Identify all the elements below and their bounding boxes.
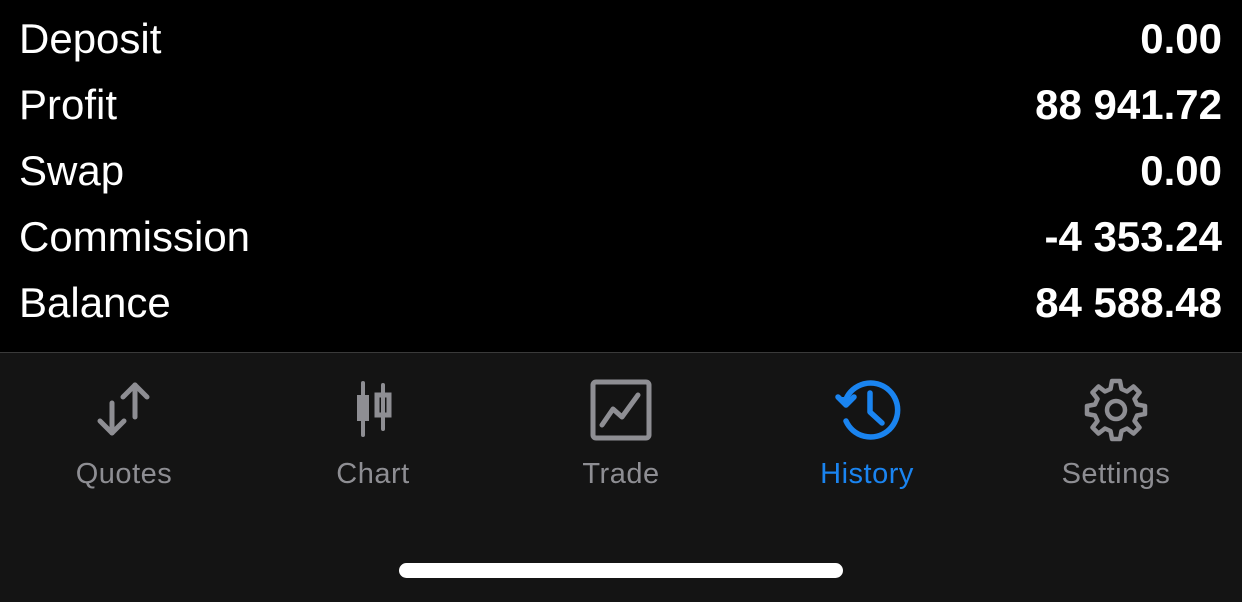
quotes-arrows-icon xyxy=(89,375,159,445)
tab-settings[interactable]: Settings xyxy=(990,353,1242,503)
profit-label: Profit xyxy=(19,81,118,128)
deposit-label: Deposit xyxy=(19,15,162,62)
summary-row-deposit: Deposit 0.00 xyxy=(0,6,1242,72)
tab-quotes[interactable]: Quotes xyxy=(0,353,248,503)
profit-value: 88 941.72 xyxy=(1035,81,1222,128)
summary-row-swap: Swap 0.00 xyxy=(0,138,1242,204)
candlestick-icon xyxy=(338,375,408,445)
commission-value: -4 353.24 xyxy=(1044,213,1222,260)
history-clock-icon xyxy=(832,375,902,445)
tab-trade-label: Trade xyxy=(582,458,660,490)
tab-chart[interactable]: Chart xyxy=(248,353,498,503)
summary-row-commission: Commission -4 353.24 xyxy=(0,204,1242,270)
swap-value: 0.00 xyxy=(1140,147,1222,194)
history-summary: Deposit 0.00 Profit 88 941.72 Swap 0.00 … xyxy=(0,0,1242,352)
deposit-value: 0.00 xyxy=(1140,15,1222,62)
trade-chart-icon xyxy=(586,375,656,445)
home-indicator xyxy=(399,563,843,578)
gear-icon xyxy=(1081,375,1151,445)
swap-label: Swap xyxy=(19,147,125,194)
tab-trade[interactable]: Trade xyxy=(498,353,744,503)
tab-chart-label: Chart xyxy=(336,458,410,490)
balance-label: Balance xyxy=(19,279,171,326)
commission-label: Commission xyxy=(19,213,251,260)
tab-settings-label: Settings xyxy=(1061,458,1171,490)
balance-value: 84 588.48 xyxy=(1035,279,1222,326)
summary-row-balance: Balance 84 588.48 xyxy=(0,270,1242,336)
tab-quotes-label: Quotes xyxy=(75,458,173,490)
tab-history-label: History xyxy=(820,458,914,490)
tab-history[interactable]: History xyxy=(744,353,990,503)
summary-row-profit: Profit 88 941.72 xyxy=(0,72,1242,138)
